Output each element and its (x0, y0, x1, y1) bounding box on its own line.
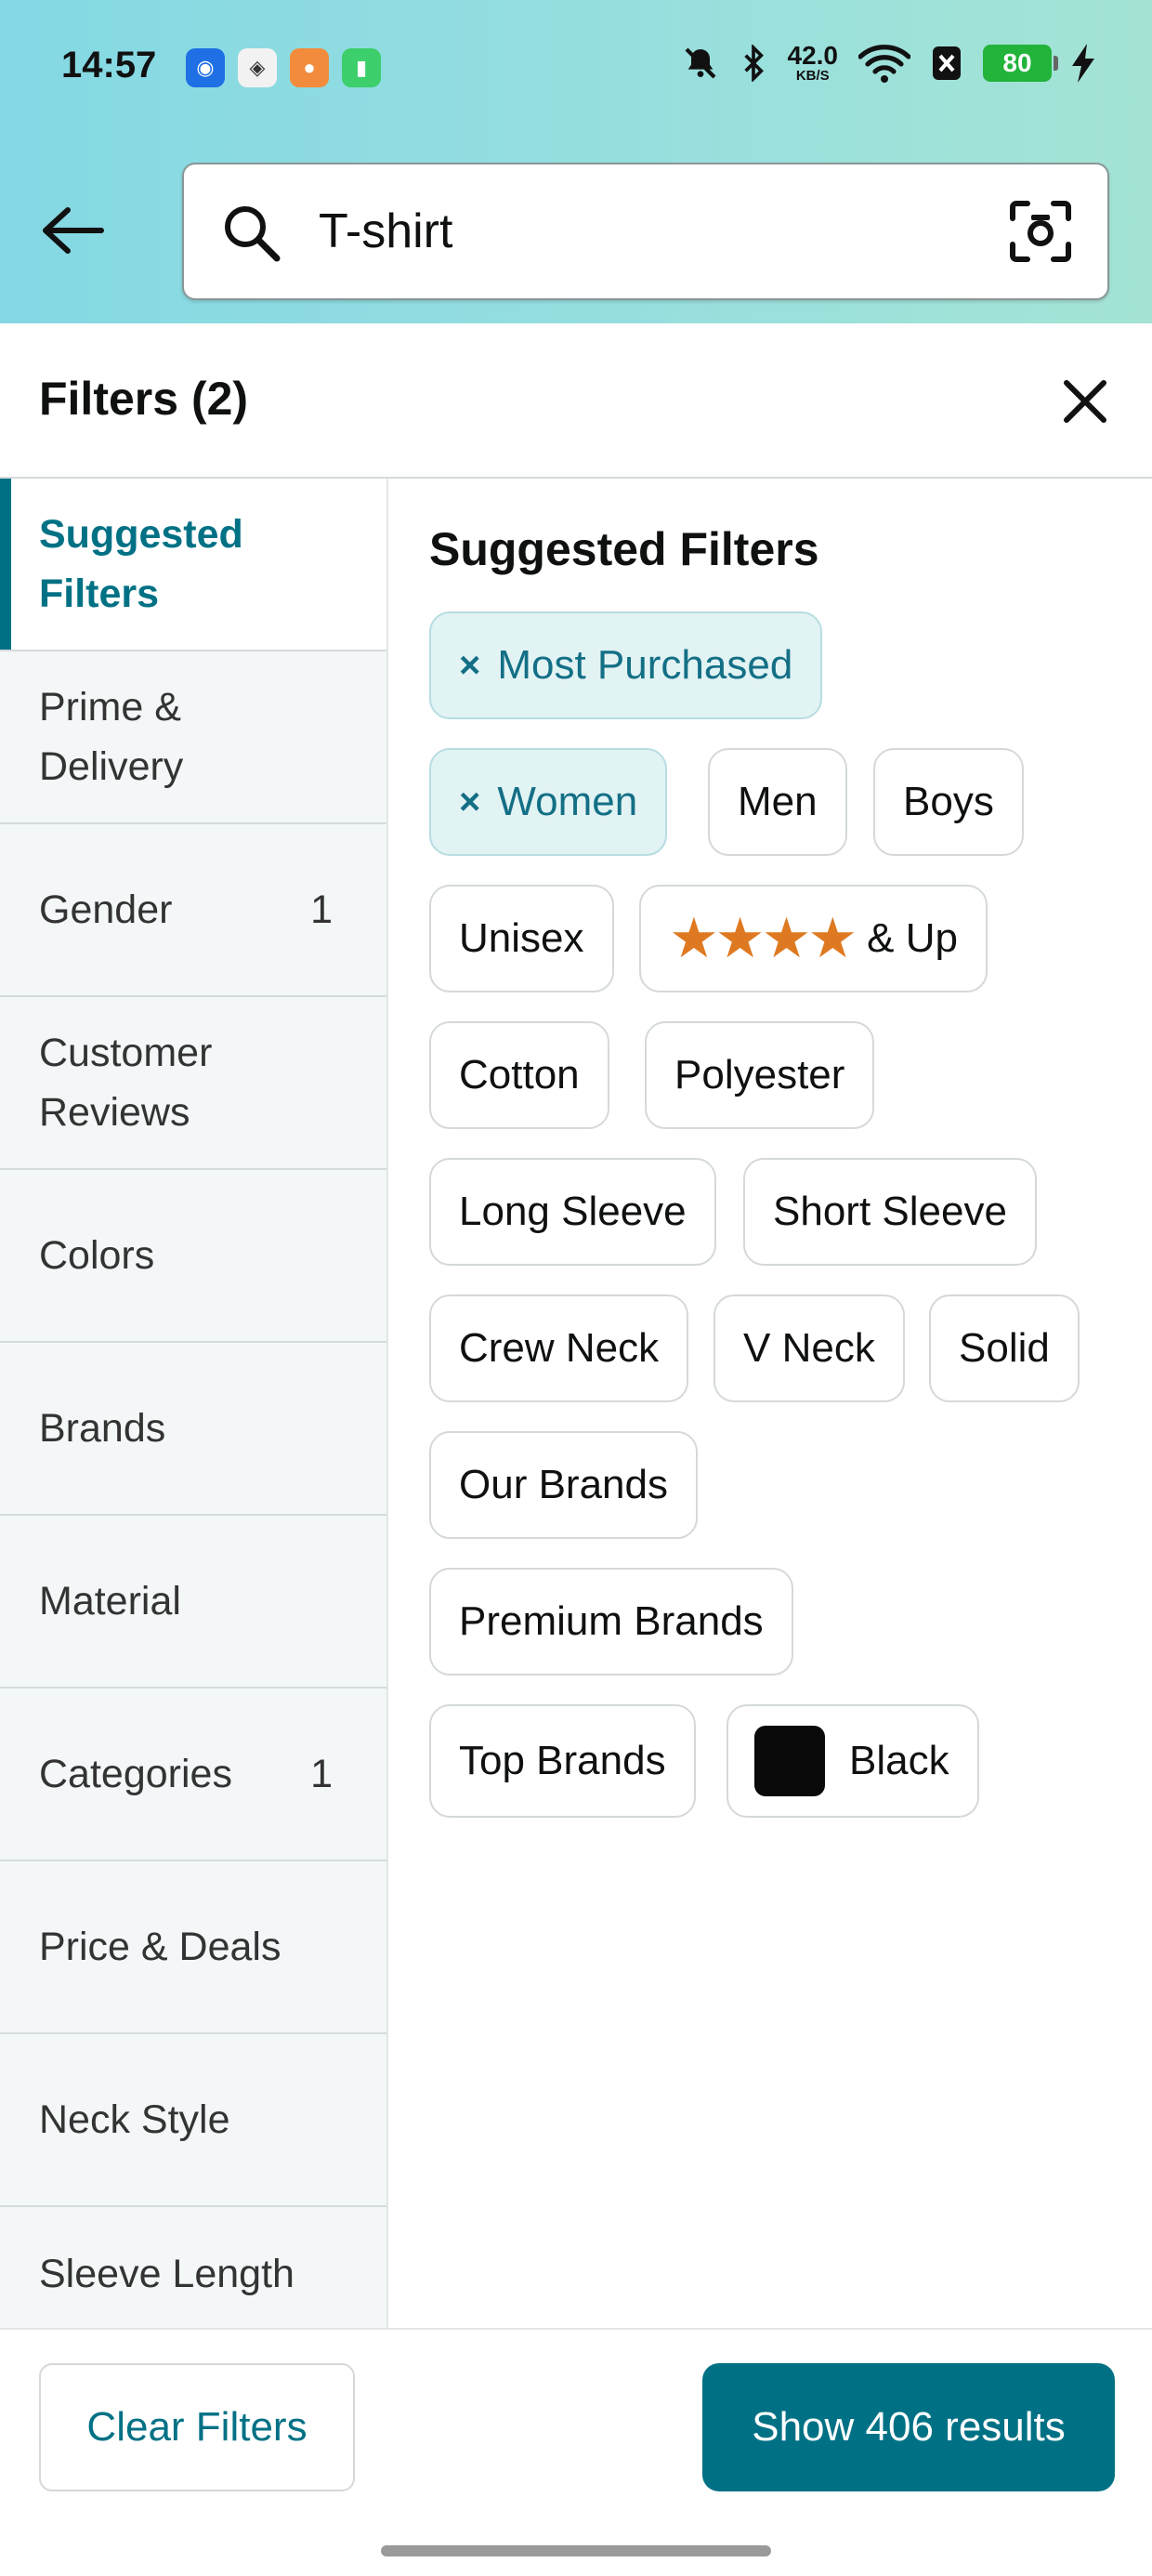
close-icon (1064, 380, 1106, 423)
chip-crew-neck[interactable]: Crew Neck (429, 1295, 689, 1402)
back-button[interactable] (37, 195, 108, 266)
header-area: 14:57 ◉ ◈ ● ▮ 42.0 KB/S 80 (0, 0, 1152, 323)
chip-polyester[interactable]: Polyester (645, 1021, 875, 1129)
sim-x-icon (933, 46, 961, 80)
chip-color-black[interactable]: Black (727, 1704, 979, 1818)
wifi-icon (858, 44, 910, 83)
sidebar-item-brands[interactable]: Brands (0, 1343, 386, 1516)
search-bar[interactable] (182, 163, 1109, 300)
chip-four-stars-up[interactable]: ★★★★ & Up (639, 885, 988, 992)
remove-icon: × (459, 781, 481, 822)
clear-filters-button[interactable]: Clear Filters (39, 2363, 355, 2491)
search-icon (225, 206, 281, 262)
status-right: 42.0 KB/S 80 (682, 41, 1094, 84)
camera-icon[interactable] (1009, 200, 1072, 263)
speed-value: 42.0 (787, 41, 839, 70)
chip-women[interactable]: × Women (429, 748, 668, 856)
chip-short-sleeve[interactable]: Short Sleeve (743, 1158, 1037, 1266)
chip-boys[interactable]: Boys (873, 748, 1024, 856)
chip-label: Long Sleeve (459, 1189, 687, 1234)
green-app-icon: ▮ (342, 48, 381, 87)
chip-long-sleeve[interactable]: Long Sleeve (429, 1158, 716, 1266)
chip-label: Most Purchased (497, 642, 793, 688)
sidebar-item-suggested-filters[interactable]: Suggested Filters (0, 479, 386, 651)
sidebar-item-label: Material (39, 1579, 181, 1623)
sidebar-item-gender[interactable]: Gender 1 (0, 824, 386, 997)
chip-top-brands[interactable]: Top Brands (429, 1704, 696, 1818)
sidebar-item-price-deals[interactable]: Price & Deals (0, 1861, 386, 2034)
chip-men[interactable]: Men (708, 748, 847, 856)
chip-label: Boys (903, 779, 994, 824)
orange-app-icon: ● (290, 48, 329, 87)
sidebar-item-label: Categories (39, 1752, 232, 1796)
battery-indicator: 80 (983, 44, 1058, 82)
sidebar-item-count: 1 (310, 1751, 333, 1796)
sidebar-item-customer-reviews[interactable]: Customer Reviews (0, 997, 386, 1170)
section-title: Suggested Filters (429, 523, 819, 575)
chip-label: Top Brands (459, 1738, 666, 1783)
sidebar-item-label: Colors (39, 1233, 155, 1278)
sidebar-item-prime-delivery[interactable]: Prime & Delivery (0, 651, 386, 824)
sidebar-item-sleeve-length[interactable]: Sleeve Length (0, 2207, 386, 2328)
speed-unit: KB/S (795, 68, 830, 84)
chip-unisex[interactable]: Unisex (429, 885, 614, 992)
network-speed: 42.0 KB/S (787, 41, 839, 84)
filters-title: Filters (2) (39, 373, 249, 425)
chip-label: Our Brands (459, 1462, 668, 1507)
bluetooth-icon (743, 44, 764, 82)
chip-label: Women (497, 779, 638, 824)
home-indicator[interactable] (381, 2545, 771, 2556)
sidebar-item-label: Suggested Filters (39, 512, 243, 616)
star-rating-icon: ★★★★ (669, 907, 857, 969)
blue-app-icon: ◉ (186, 48, 225, 87)
sidebar-item-label: Neck Style (39, 2097, 230, 2142)
sidebar-item-material[interactable]: Material (0, 1516, 386, 1689)
show-results-button[interactable]: Show 406 results (702, 2363, 1115, 2491)
status-time: 14:57 (61, 45, 157, 85)
sidebar-item-label: Price & Deals (39, 1925, 281, 1969)
search-input[interactable] (319, 192, 969, 270)
active-indicator (0, 479, 11, 650)
chip-label: Premium Brands (459, 1598, 764, 1644)
chip-cotton[interactable]: Cotton (429, 1021, 609, 1129)
charging-bolt-icon (1072, 43, 1094, 83)
sidebar-item-count: 1 (310, 887, 333, 932)
sidebar-item-colors[interactable]: Colors (0, 1170, 386, 1343)
chip-premium-brands[interactable]: Premium Brands (429, 1568, 793, 1676)
sidebar-item-categories[interactable]: Categories 1 (0, 1689, 386, 1861)
filters-header: Filters (2) (0, 323, 1152, 479)
chip-label: Cotton (459, 1052, 580, 1097)
chip-most-purchased[interactable]: × Most Purchased (429, 611, 823, 719)
chip-label: & Up (867, 915, 958, 961)
bottom-action-bar: Clear Filters Show 406 results (0, 2328, 1152, 2576)
black-color-swatch (754, 1726, 825, 1796)
remove-icon: × (459, 644, 481, 686)
status-app-icons: ◉ ◈ ● ▮ (186, 48, 381, 87)
chip-label: V Neck (743, 1325, 875, 1371)
chip-v-neck[interactable]: V Neck (713, 1295, 905, 1402)
sidebar-item-label: Prime & Delivery (39, 685, 184, 789)
chip-label: Solid (959, 1325, 1050, 1371)
chip-label: Black (849, 1738, 949, 1783)
chip-our-brands[interactable]: Our Brands (429, 1431, 698, 1539)
sidebar-item-neck-style[interactable]: Neck Style (0, 2034, 386, 2207)
chip-label: Crew Neck (459, 1325, 660, 1371)
back-arrow-icon (43, 207, 104, 254)
mute-bell-icon (685, 47, 715, 78)
sidebar-item-label: Sleeve Length (39, 2252, 295, 2296)
sidebar-item-label: Customer Reviews (39, 1031, 213, 1135)
chip-label: Unisex (459, 915, 584, 961)
sidebar-item-label: Gender (39, 887, 173, 932)
chip-solid[interactable]: Solid (929, 1295, 1080, 1402)
chip-label: Men (738, 779, 818, 824)
chip-label: Short Sleeve (773, 1189, 1007, 1234)
white-app-icon: ◈ (238, 48, 277, 87)
close-button[interactable] (1048, 364, 1122, 439)
chip-label: Polyester (674, 1052, 845, 1097)
filter-category-sidebar: Suggested Filters Prime & Delivery Gende… (0, 479, 388, 2328)
sidebar-item-label: Brands (39, 1406, 166, 1451)
